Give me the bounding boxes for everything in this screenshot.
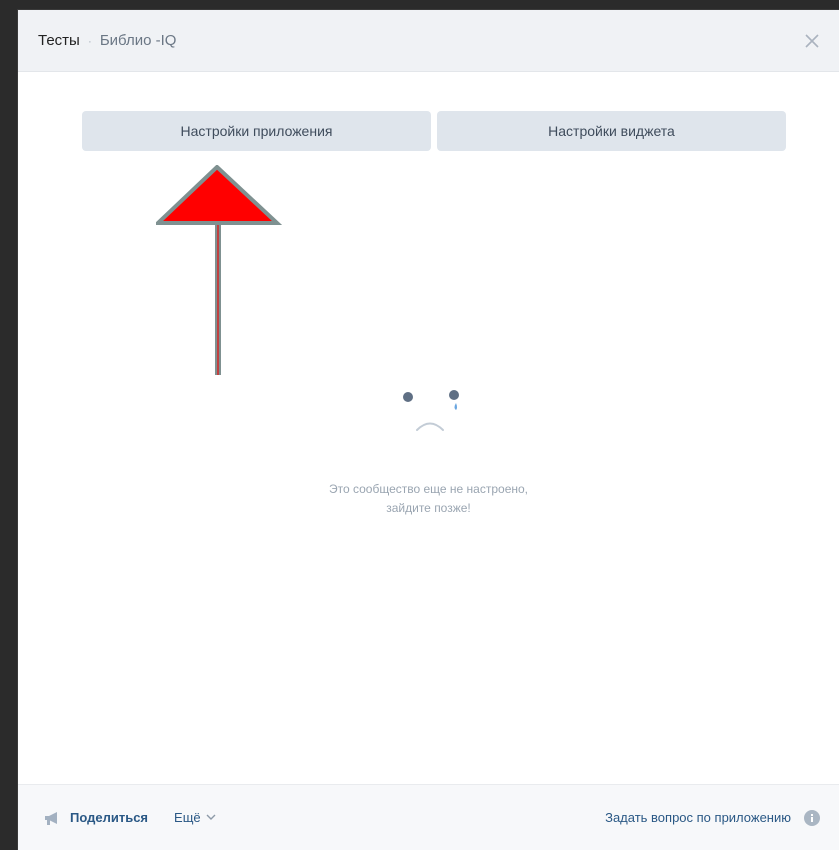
empty-state-line-2: зайдите позже!: [386, 501, 471, 515]
megaphone-icon: [45, 811, 57, 825]
share-button[interactable]: Поделиться: [44, 810, 148, 826]
close-icon: [805, 34, 819, 48]
modal-title: Тесты: [38, 32, 80, 49]
ask-question-label: Задать вопрос по приложению: [605, 810, 791, 825]
title-separator: ·: [87, 33, 92, 48]
close-button[interactable]: [801, 30, 823, 52]
share-label: Поделиться: [70, 810, 149, 825]
up-arrow-annotation: [156, 165, 283, 375]
sad-face-icon: [403, 390, 459, 431]
app-modal: Тесты · Библио -IQ Настройки приложения …: [18, 10, 839, 850]
modal-footer: Поделиться Ещё Задать вопрос по приложен…: [18, 784, 839, 850]
empty-state-line-1: Это сообщество еще не настроено,: [328, 482, 528, 496]
settings-tabs: Настройки приложения Настройки виджета: [82, 111, 786, 151]
ask-question-link[interactable]: Задать вопрос по приложению: [605, 809, 821, 827]
modal-header: Тесты · Библио -IQ: [18, 10, 839, 72]
widget-settings-button[interactable]: Настройки виджета: [437, 111, 786, 151]
more-label: Ещё: [174, 810, 201, 825]
chevron-down-icon: [206, 814, 216, 820]
more-button[interactable]: Ещё: [174, 810, 216, 825]
empty-state-message: Это сообщество еще не настроено, зайдите…: [18, 480, 839, 518]
modal-subtitle: Библио -IQ: [99, 32, 177, 49]
app-settings-button[interactable]: Настройки приложения: [82, 111, 431, 151]
info-icon: [804, 809, 820, 826]
